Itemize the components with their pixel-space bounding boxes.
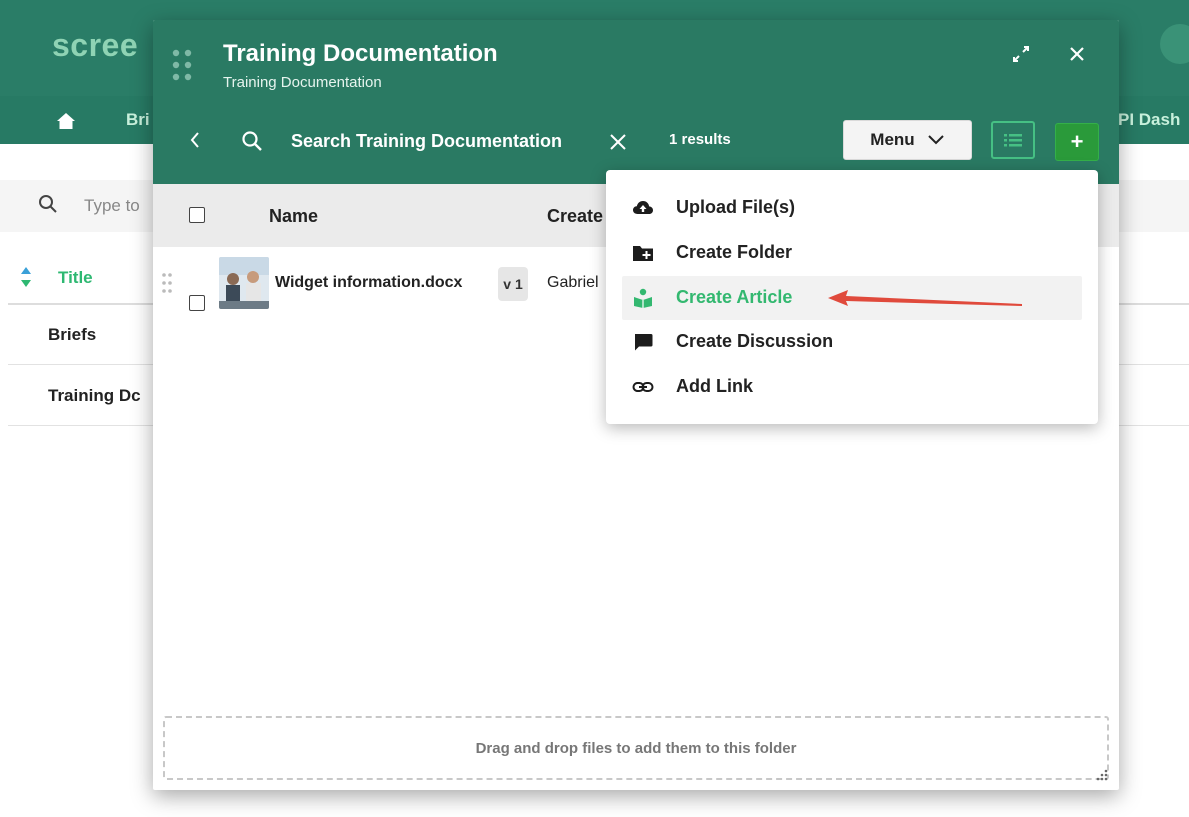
menu-item-label: Create Folder	[676, 242, 793, 262]
row-checkbox[interactable]	[189, 295, 205, 311]
chat-bubble-icon	[635, 334, 653, 351]
menu-item-create-folder[interactable]: Create Folder	[622, 231, 1082, 275]
search-icon	[242, 131, 262, 151]
resize-handle-icon[interactable]	[1093, 768, 1109, 784]
results-count: 1 results	[669, 131, 731, 148]
modal-title: Training Documentation	[223, 40, 498, 67]
file-drop-zone[interactable]: Drag and drop files to add them to this …	[163, 716, 1109, 780]
drag-handle-icon[interactable]	[171, 48, 195, 82]
file-name-link[interactable]: Widget information.docx	[275, 274, 462, 292]
column-header-name[interactable]: Name	[269, 206, 318, 227]
app-logo: scree	[52, 27, 139, 63]
search-input[interactable]	[291, 126, 601, 156]
nav-item-kpi-dashboard[interactable]: PI Dash	[1118, 110, 1180, 130]
menu-item-upload-files[interactable]: Upload File(s)	[622, 186, 1082, 230]
menu-item-label: Create Discussion	[676, 331, 834, 351]
nav-item-briefs[interactable]: Bri	[126, 110, 150, 130]
menu-item-label: Create Article	[676, 287, 793, 307]
list-icon	[1004, 134, 1022, 147]
menu-button-label: Menu	[870, 130, 915, 149]
row-drag-handle-icon[interactable]	[161, 272, 173, 294]
link-icon	[632, 382, 654, 392]
background-search-input[interactable]: Type to	[84, 196, 140, 216]
column-header-title[interactable]: Title	[58, 268, 93, 288]
menu-item-label: Upload File(s)	[676, 197, 796, 217]
column-header-created[interactable]: Create	[547, 206, 603, 227]
menu-item-create-discussion[interactable]: Create Discussion	[622, 320, 1082, 364]
modal-header: Training Documentation Training Document…	[153, 20, 1119, 184]
drop-zone-text: Drag and drop files to add them to this …	[475, 739, 797, 757]
reading-book-icon	[634, 288, 652, 308]
clear-search-icon[interactable]	[607, 131, 629, 153]
cloud-upload-icon	[633, 201, 653, 214]
row-title: Briefs	[48, 325, 97, 344]
add-button[interactable]: +	[1055, 123, 1099, 161]
expand-icon[interactable]	[1009, 42, 1033, 66]
list-view-button[interactable]	[991, 121, 1035, 159]
created-by: Gabriel	[547, 274, 599, 291]
close-icon[interactable]	[1065, 42, 1089, 66]
menu-item-label: Add Link	[676, 376, 753, 396]
menu-item-add-link[interactable]: Add Link	[622, 365, 1082, 409]
menu-button[interactable]: Menu	[843, 120, 972, 160]
back-chevron-icon[interactable]	[187, 130, 203, 150]
sort-icon[interactable]	[20, 265, 32, 289]
modal-subtitle: Training Documentation	[223, 74, 382, 91]
chevron-down-icon	[927, 135, 944, 145]
version-badge: v 1	[498, 267, 528, 301]
folder-plus-icon	[633, 246, 653, 261]
row-title: Training Dc	[48, 386, 141, 405]
select-all-checkbox[interactable]	[189, 207, 205, 223]
annotation-arrow	[828, 290, 1022, 306]
search-icon	[39, 195, 57, 213]
file-thumbnail	[219, 257, 269, 309]
home-icon[interactable]	[56, 112, 76, 130]
